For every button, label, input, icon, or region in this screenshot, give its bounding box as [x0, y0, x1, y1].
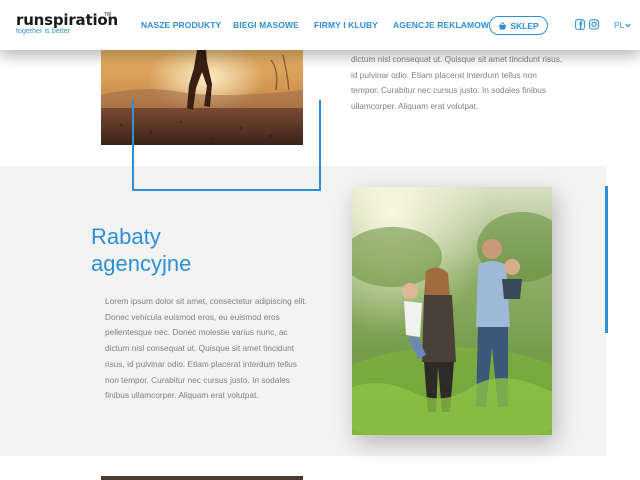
instagram-icon[interactable] [589, 19, 599, 30]
nav-item-firmy-i-kluby[interactable]: FIRMY I KLUBY [314, 20, 378, 30]
nav-item-nasze-produkty[interactable]: NASZE PRODUKTY [141, 20, 221, 30]
section-title-line-1: Rabaty [91, 224, 161, 249]
section-title: Rabaty agencyjne [91, 223, 191, 277]
nav-item-agencje-reklamowe[interactable]: AGENCJE REKLAMOWE [393, 20, 495, 30]
logo-trademark: TM [104, 12, 112, 18]
decorative-frame [132, 100, 321, 191]
shop-button-label: SKLEP [510, 20, 539, 31]
chevron-down-icon [625, 23, 632, 28]
site-header: runspiration TM together is better NASZE… [0, 0, 640, 50]
next-section-photo-edge [101, 476, 303, 480]
section-body-text: Lorem ipsum dolor sit amet, consectetur … [105, 296, 307, 401]
family-photo [352, 187, 552, 435]
section-title-line-2: agencyjne [91, 251, 192, 276]
shop-button[interactable]: SKLEP [489, 16, 548, 35]
nav-item-biegi-masowe[interactable]: BIEGI MASOWE [233, 20, 299, 30]
facebook-icon[interactable] [575, 19, 585, 30]
accent-bar [605, 186, 608, 333]
logo-tagline: together is better [16, 28, 71, 35]
basket-icon [499, 21, 507, 29]
language-label: PL [614, 20, 625, 30]
language-selector[interactable]: PL [614, 20, 632, 30]
logo[interactable]: runspiration TM together is better [16, 12, 118, 36]
logo-wordmark: runspiration [16, 11, 118, 29]
top-section-text: dictum nisl consequat ut. Quisque sit am… [351, 54, 563, 111]
